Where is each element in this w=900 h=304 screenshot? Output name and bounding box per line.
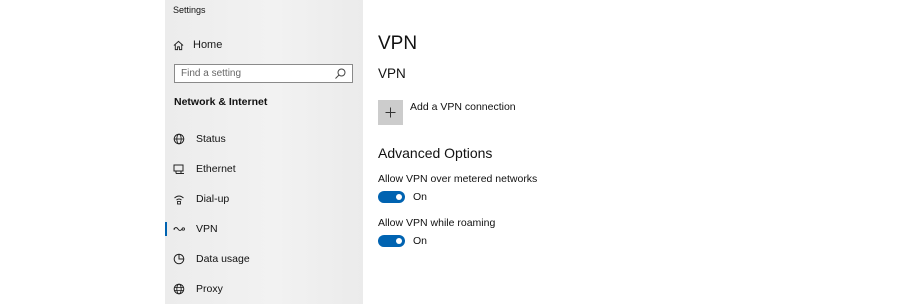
plus-icon <box>385 107 396 118</box>
ethernet-icon <box>173 163 185 175</box>
sidebar-item-dial-up[interactable]: Dial-up <box>165 187 363 211</box>
sidebar-item-label: Dial-up <box>196 193 230 205</box>
sidebar-item-vpn[interactable]: VPN <box>165 217 363 241</box>
vpn-section-title: VPN <box>378 66 406 81</box>
section-heading: Network & Internet <box>174 96 268 108</box>
metered-networks-toggle[interactable] <box>378 191 405 203</box>
add-vpn-tile[interactable] <box>378 100 403 125</box>
roaming-toggle-row: On <box>378 235 427 247</box>
advanced-options-title: Advanced Options <box>378 145 493 161</box>
vpn-icon <box>173 223 185 235</box>
page-title: VPN <box>378 33 418 54</box>
toggle-state-label: On <box>413 235 428 247</box>
home-icon <box>173 40 184 50</box>
app-title: Settings <box>173 5 206 15</box>
settings-window: Settings Home Network & Internet <box>165 0 735 304</box>
add-vpn-connection-button[interactable]: Add a VPN connection <box>378 100 516 125</box>
dial-up-icon <box>173 193 185 205</box>
sidebar-item-label: Status <box>196 133 226 145</box>
sidebar-item-label: Ethernet <box>196 163 236 175</box>
search-input[interactable] <box>175 65 333 82</box>
sidebar-item-label: Proxy <box>196 283 223 295</box>
home-label: Home <box>193 39 223 51</box>
search-box <box>174 64 353 83</box>
sidebar-item-label: Data usage <box>196 253 250 265</box>
toggle-state-label: On <box>413 191 428 203</box>
data-usage-icon <box>173 253 185 265</box>
globe-icon <box>173 133 185 145</box>
roaming-toggle[interactable] <box>378 235 405 247</box>
toggle-knob <box>396 238 402 244</box>
search-icon[interactable] <box>334 67 347 80</box>
roaming-option-label: Allow VPN while roaming <box>378 217 496 229</box>
sidebar-item-label: VPN <box>196 223 218 235</box>
sidebar-item-home[interactable]: Home <box>173 36 222 54</box>
sidebar-item-proxy[interactable]: Proxy <box>165 277 363 301</box>
main-content: VPN VPN Add a VPN connection Advanced Op… <box>363 0 735 304</box>
sidebar: Settings Home Network & Internet <box>165 0 363 304</box>
toggle-knob <box>396 194 402 200</box>
metered-toggle-row: On <box>378 191 427 203</box>
sidebar-item-ethernet[interactable]: Ethernet <box>165 157 363 181</box>
metered-option-label: Allow VPN over metered networks <box>378 173 538 185</box>
proxy-globe-icon <box>173 283 185 295</box>
add-vpn-label: Add a VPN connection <box>410 101 516 113</box>
sidebar-item-status[interactable]: Status <box>165 127 363 151</box>
sidebar-item-data-usage[interactable]: Data usage <box>165 247 363 271</box>
